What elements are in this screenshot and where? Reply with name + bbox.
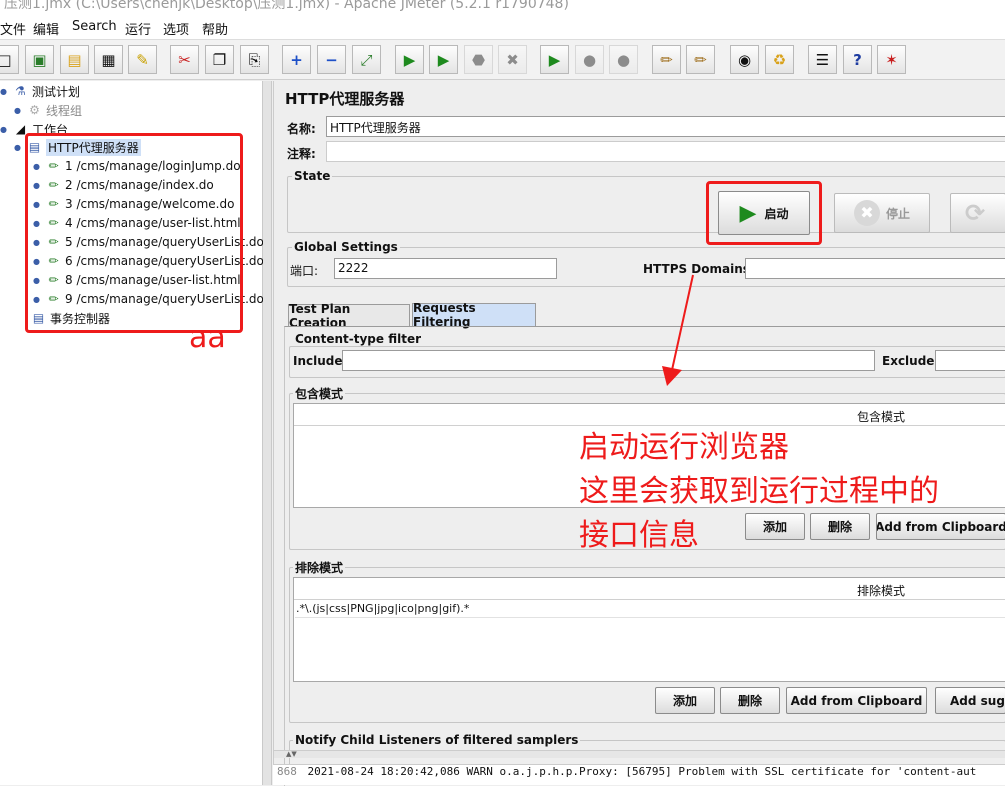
stop-label: 停止 (885, 206, 910, 221)
menu-bar: 文件 编辑 Search 运行 选项 帮助 (0, 13, 1005, 40)
expand-icon[interactable]: + (282, 45, 311, 74)
toolbar: □ ▣ ▤ ▦ ✎ ✂ ❐ ⎘ + − ⤢ ▶ ▶ ⬣ ✖ ▶ ● ● ✏ ✏ … (0, 40, 1005, 80)
global-settings-title: Global Settings (292, 240, 400, 254)
arrow-head (662, 366, 682, 386)
log-panel: 868 2021-08-24 18:20:42,086 WARN o.a.j.p… (273, 764, 1005, 785)
exclude-col-header: 排除模式 (857, 584, 906, 598)
annotation-line: 启动运行浏览器 (579, 430, 789, 465)
tab-requests-filtering[interactable]: Requests Filtering (412, 301, 536, 329)
branch-icon: ● (14, 105, 21, 115)
menu-help[interactable]: 帮助 (202, 19, 228, 38)
tree-item-test-plan[interactable]: ● ⚗ 测试计划 (0, 82, 80, 100)
tree-item-thread-group[interactable]: ● ⚙ 线程组 (14, 101, 82, 119)
new-icon[interactable]: □ (0, 45, 19, 74)
table-row[interactable]: .*\.(js|css|PNG|jpg|ico|png|gif).* (295, 600, 1005, 618)
comment-input[interactable] (326, 141, 1005, 162)
name-input[interactable]: HTTP代理服务器 (326, 116, 1005, 137)
annotation-aa: aa (189, 320, 226, 355)
remote-shutdown-icon[interactable]: ● (609, 45, 638, 74)
menu-file[interactable]: 文件 (0, 19, 26, 38)
table-header: 排除模式 (294, 578, 1005, 600)
shutdown-icon[interactable]: ✖ (498, 45, 527, 74)
reset-search-icon[interactable]: ♻ (765, 45, 794, 74)
name-label: 名称: (287, 122, 316, 136)
tree-label: 线程组 (46, 103, 83, 118)
run-no-pause-icon[interactable]: ▶ (429, 45, 458, 74)
annotation-text: 启动运行浏览器 这里会获取到运行过程中的 接口信息 (579, 426, 939, 558)
help-icon[interactable]: ? (843, 45, 872, 74)
https-domains-input[interactable] (745, 258, 1005, 279)
exclude-label: Exclude: (882, 354, 940, 368)
port-input[interactable]: 2222 (334, 258, 557, 279)
comment-label: 注释: (287, 147, 316, 161)
tree-label: 测试计划 (32, 84, 81, 99)
templates-icon[interactable]: ▣ (25, 45, 54, 74)
clear-icon[interactable]: ✏ (652, 45, 681, 74)
menu-edit[interactable]: 编辑 (33, 19, 59, 38)
include-input[interactable] (342, 350, 875, 371)
start-label: 启动 (764, 206, 789, 221)
start-button[interactable]: ▶ 启动 (718, 191, 810, 235)
test-plan-icon: ⚗ (15, 83, 26, 98)
collapse-icon[interactable]: − (317, 45, 346, 74)
collapse-icon[interactable]: ● (0, 87, 10, 96)
restart-button[interactable]: ⟳ (950, 193, 1005, 233)
splitter[interactable] (263, 81, 272, 785)
toggle-icon[interactable]: ⤢ (352, 45, 381, 74)
save-screenshot-icon[interactable]: ✎ (128, 45, 157, 74)
log-line: 2021-08-24 18:20:42,086 WARN o.a.j.p.h.p… (307, 765, 977, 778)
paste-icon[interactable]: ⎘ (240, 45, 269, 74)
remote-start-icon[interactable]: ▶ (540, 45, 569, 74)
title-bar: 压测1.jmx (C:\Users\chenjk\Desktop\压测1.jmx… (0, 0, 1005, 13)
tab-test-plan-creation[interactable]: Test Plan Creation (288, 302, 410, 330)
annotation-arrow (662, 274, 694, 386)
copy-icon[interactable]: ❐ (205, 45, 234, 74)
play-icon: ▶ (739, 200, 757, 226)
annotation-line: 这里会获取到运行过程中的 (579, 474, 939, 509)
exclude-clipboard-button[interactable]: Add from Clipboard (786, 687, 927, 714)
panel-title: HTTP代理服务器 (285, 90, 405, 108)
save-icon[interactable]: ▦ (94, 45, 123, 74)
function-helper-icon[interactable]: ☰ (808, 45, 837, 74)
stop-button[interactable]: ✖ 停止 (834, 193, 930, 233)
table-header: 包含模式 (294, 404, 1005, 426)
state-title: State (292, 169, 333, 183)
search-icon[interactable]: ◉ (730, 45, 759, 74)
exclude-pattern-title: 排除模式 (293, 559, 346, 576)
collapse-icon[interactable]: ● (14, 143, 24, 152)
exclude-delete-button[interactable]: 删除 (720, 687, 780, 714)
remote-stop-icon[interactable]: ● (575, 45, 604, 74)
highlight-box-tree (25, 133, 243, 333)
collapse-icon[interactable]: ● (0, 125, 10, 134)
add-suggested-button[interactable]: Add sugge (935, 687, 1005, 714)
run-icon[interactable]: ▶ (395, 45, 424, 74)
stop-icon[interactable]: ⬣ (464, 45, 493, 74)
log-viewer-icon[interactable]: ✶ (877, 45, 906, 74)
port-label: 端口: (290, 264, 319, 278)
notify-title: Notify Child Listeners of filtered sampl… (293, 733, 581, 747)
clear-all-icon[interactable]: ✏ (686, 45, 715, 74)
exclude-input[interactable] (935, 350, 1005, 371)
log-line-number: 868 (277, 765, 297, 778)
include-label: Include: (293, 354, 348, 368)
open-icon[interactable]: ▤ (60, 45, 89, 74)
restart-icon: ⟳ (965, 199, 986, 227)
gear-icon: ⚙ (29, 102, 40, 117)
cut-icon[interactable]: ✂ (170, 45, 199, 74)
include-col-header: 包含模式 (857, 410, 906, 424)
menu-options[interactable]: 选项 (163, 19, 189, 38)
arrow-line (671, 274, 694, 371)
menu-run[interactable]: 运行 (125, 19, 151, 38)
exclude-pattern-table[interactable]: 排除模式 .*\.(js|css|PNG|jpg|ico|png|gif).* (293, 577, 1005, 682)
include-pattern-title: 包含模式 (293, 385, 346, 402)
menu-search[interactable]: Search (72, 19, 117, 34)
window-title: 压测1.jmx (C:\Users\chenjk\Desktop\压测1.jmx… (4, 0, 569, 12)
stop-icon: ✖ (853, 200, 880, 226)
content-type-title: Content-type filter (293, 332, 423, 346)
scroll-splitter[interactable]: ▲▼ (274, 750, 1005, 758)
annotation-line: 接口信息 (579, 518, 699, 553)
exclude-add-button[interactable]: 添加 (655, 687, 715, 714)
